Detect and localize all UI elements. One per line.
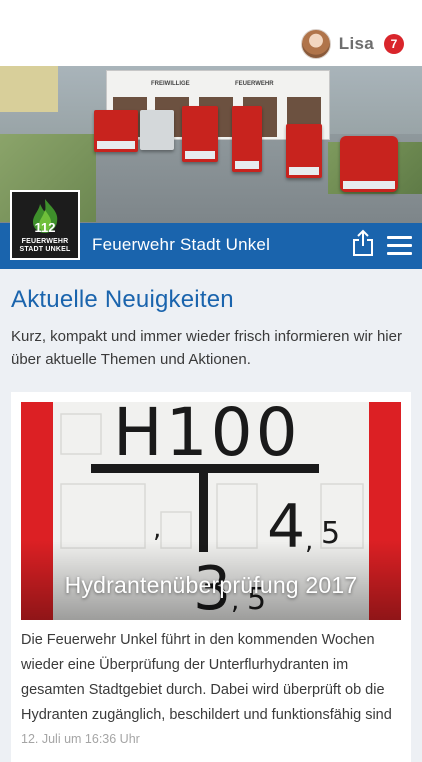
station-name: Feuerwehr Stadt Unkel	[92, 235, 271, 254]
hero-fire-truck	[232, 106, 262, 172]
truck-cab	[97, 141, 135, 149]
truck-cab	[185, 151, 215, 159]
hero-fire-truck	[94, 110, 138, 152]
menu-bar	[387, 236, 412, 239]
hero-fire-van	[340, 136, 398, 192]
menu-bar	[387, 244, 412, 247]
hero-fire-truck	[286, 124, 322, 178]
notification-badge[interactable]: 7	[384, 34, 404, 54]
sign-main-text: H100	[113, 402, 301, 471]
logo-text-line2: STADT UNKEL	[19, 246, 71, 253]
menu-bar	[387, 252, 412, 255]
logo-number: 112	[34, 220, 56, 235]
truck-cab	[235, 161, 259, 169]
hero-sign-left: FREIWILLIGE	[151, 81, 190, 87]
hero-trailer	[140, 110, 174, 150]
user-menu[interactable]: Lisa 7	[300, 28, 404, 60]
news-article-card[interactable]: H100 , 4 , 5 3 , 5 Hydrantenüberprüfung …	[11, 392, 411, 762]
article-image[interactable]: H100 , 4 , 5 3 , 5 Hydrantenüberprüfung …	[21, 402, 401, 620]
logo-text-line1: FEUERWEHR	[21, 238, 69, 245]
truck-cab	[289, 167, 319, 175]
user-name[interactable]: Lisa	[339, 34, 374, 54]
truck-cab	[343, 181, 395, 189]
article-title[interactable]: Hydrantenüberprüfung 2017	[21, 572, 401, 599]
user-avatar-icon[interactable]	[300, 29, 331, 59]
news-intro-text: Kurz, kompakt und immer wieder frisch in…	[11, 328, 402, 368]
hamburger-menu-icon[interactable]	[387, 236, 412, 256]
news-section-title: Aktuelle Neuigkeiten	[11, 286, 234, 313]
hero-sign-right: FEUERWEHR	[235, 81, 274, 87]
top-bar: Lisa 7	[0, 0, 422, 66]
hero-house	[0, 66, 58, 112]
article-excerpt: Die Feuerwehr Unkel führt in den kommend…	[21, 632, 392, 723]
station-logo[interactable]: 112 FEUERWEHR STADT UNKEL	[10, 190, 80, 260]
share-icon[interactable]	[352, 229, 374, 257]
hero-fire-truck	[182, 106, 218, 162]
article-date: 12. Juli um 16:36 Uhr	[21, 732, 140, 746]
logo-text: FEUERWEHR STADT UNKEL	[19, 238, 70, 254]
